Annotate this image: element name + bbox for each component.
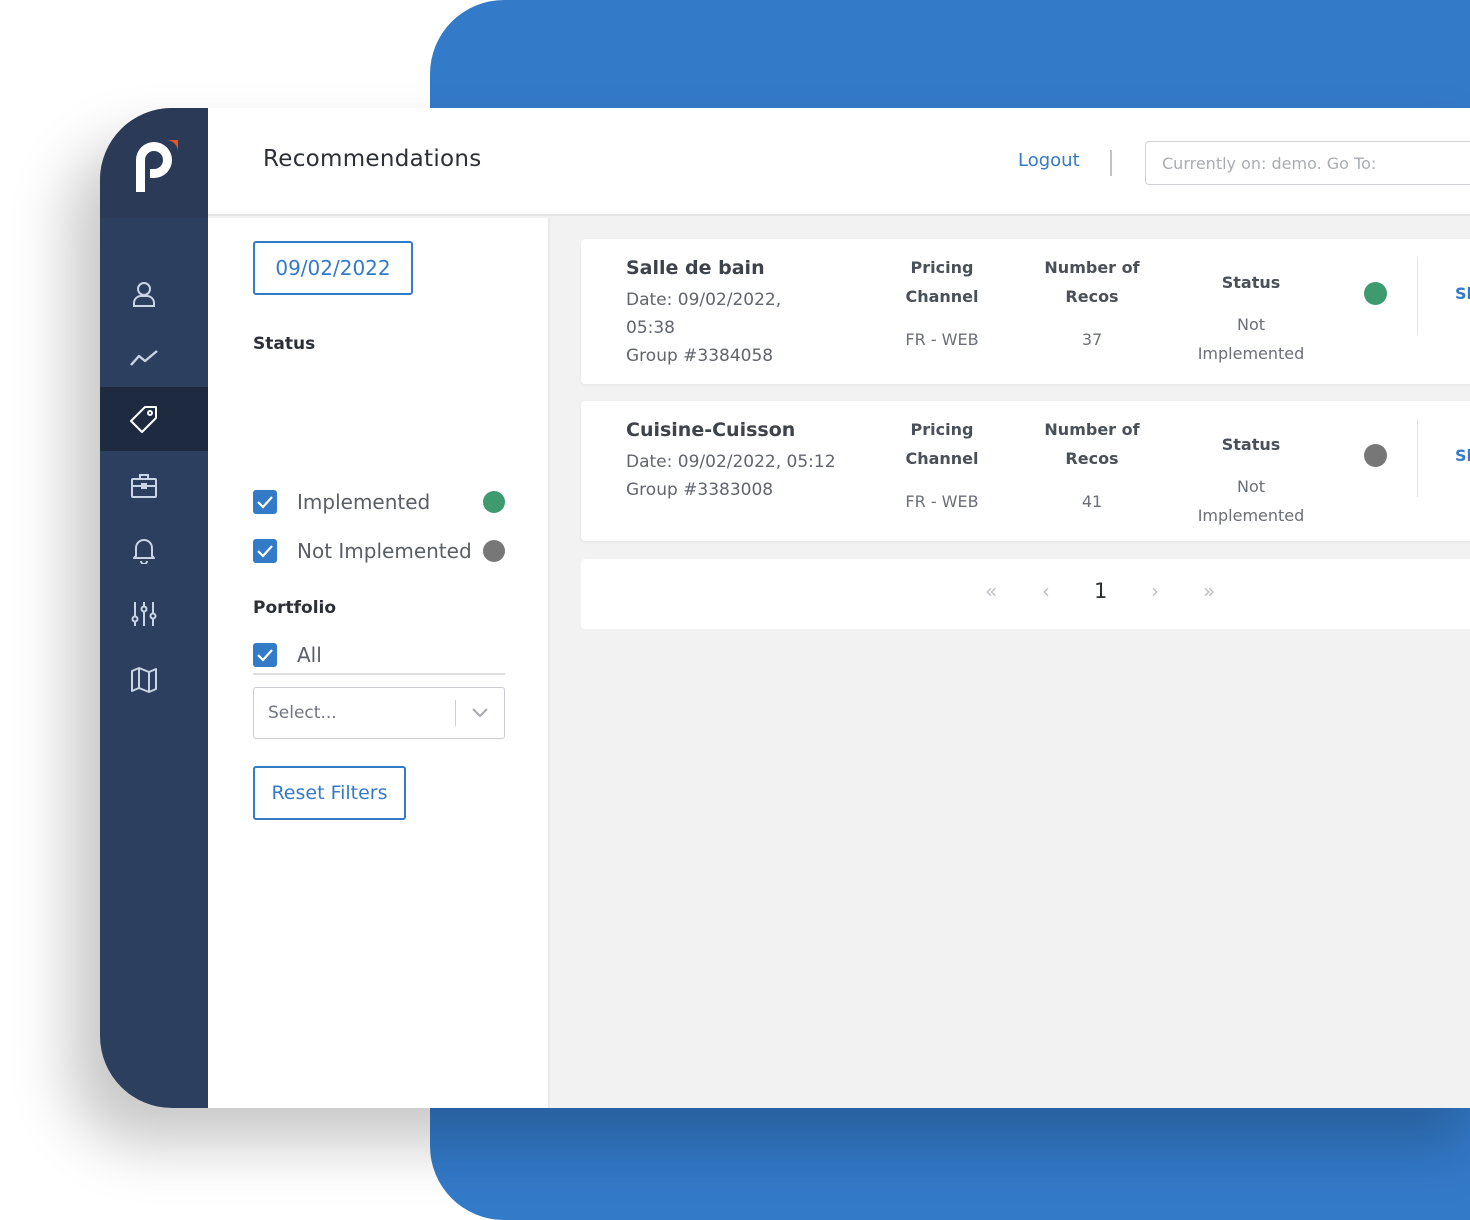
number-of-recos-header: Number of: [1044, 420, 1140, 439]
portfolio-select[interactable]: Select...: [253, 687, 505, 739]
status-header: Status: [1221, 273, 1281, 292]
number-of-recos-value: 37: [1081, 330, 1103, 349]
sidebar-item-analytics[interactable]: [100, 324, 208, 388]
pricing-channel-value: FR - WEB: [905, 492, 979, 511]
pagination: « ‹ 1 › »: [581, 559, 1470, 629]
date-filter[interactable]: 09/02/2022: [253, 241, 413, 295]
next-page-button[interactable]: ›: [1151, 579, 1159, 603]
status-column: Status Not Implemented: [1181, 268, 1321, 368]
all-portfolio-checkbox[interactable]: [253, 643, 277, 667]
number-of-recos-header: Recos: [1065, 449, 1119, 468]
recommendation-name: Salle de bain: [626, 257, 765, 279]
status-value: Implemented: [1197, 506, 1305, 525]
status-option-implemented[interactable]: Implemented: [253, 487, 505, 517]
bell-icon: [133, 539, 155, 564]
page-number-current[interactable]: 1: [1094, 579, 1107, 603]
status-header: Status: [1221, 435, 1281, 454]
recommendation-card[interactable]: Salle de bain Date: 09/02/2022, 05:38 Gr…: [581, 239, 1470, 384]
checkmark-icon: [257, 649, 273, 662]
recommendation-name: Cuisine-Cuisson: [626, 419, 796, 441]
recommendation-date: Date: 09/02/2022, 05:38 Group #3384058: [626, 286, 781, 370]
sidebar-item-users[interactable]: [100, 262, 208, 326]
pricing-channel-column: Pricing Channel FR - WEB: [882, 415, 1002, 516]
pricing-channel-header: Pricing: [910, 420, 974, 439]
portfolio-divider: [253, 673, 505, 675]
number-of-recos-value: 41: [1081, 492, 1103, 511]
status-filter-title: Status: [253, 334, 316, 354]
map-icon: [131, 667, 157, 693]
implemented-checkbox[interactable]: [253, 490, 277, 514]
portfolio-option-all[interactable]: All: [253, 640, 505, 670]
pricing-channel-value: FR - WEB: [905, 330, 979, 349]
goto-input[interactable]: [1145, 141, 1470, 185]
recommendation-date-line: Date: 09/02/2022, 05:12: [626, 452, 836, 472]
sliders-icon: [131, 602, 157, 626]
not-implemented-status-dot: [483, 540, 505, 562]
user-icon: [133, 282, 155, 307]
pricing-channel-column: Pricing Channel FR - WEB: [882, 253, 1002, 354]
status-value: Not: [1236, 477, 1266, 496]
show-details-link[interactable]: Sl: [1455, 446, 1470, 465]
sidebar-item-alerts[interactable]: [100, 518, 208, 582]
logo-area: [100, 108, 208, 218]
portfolio-select-value: Select...: [268, 703, 337, 723]
trend-chart-icon: [130, 350, 158, 366]
recommendation-time-line: 05:38: [626, 318, 675, 338]
pricing-channel-header: Pricing: [910, 258, 974, 277]
brand-logo-icon[interactable]: [130, 138, 178, 194]
checkmark-icon: [257, 545, 273, 558]
chevron-down-icon[interactable]: [456, 708, 504, 718]
status-option-not-implemented[interactable]: Not Implemented: [253, 536, 505, 566]
last-page-button[interactable]: »: [1203, 579, 1215, 603]
status-value: Implemented: [1197, 344, 1305, 363]
recommendation-date-line: Date: 09/02/2022,: [626, 290, 782, 310]
portfolio-filter-title: Portfolio: [253, 598, 337, 618]
prev-page-button[interactable]: ‹: [1042, 579, 1050, 603]
not-implemented-checkbox[interactable]: [253, 539, 277, 563]
all-portfolio-label: All: [297, 643, 322, 667]
header-divider: [1110, 150, 1112, 176]
status-value: Not: [1236, 315, 1266, 334]
top-header: Recommendations Logout: [208, 108, 1470, 216]
logout-link[interactable]: Logout: [1018, 150, 1080, 171]
sidebar-item-map[interactable]: [100, 648, 208, 712]
checkmark-icon: [257, 496, 273, 509]
recommendation-date: Date: 09/02/2022, 05:12 Group #3383008: [626, 448, 836, 504]
number-of-recos-header: Number of: [1044, 258, 1140, 277]
implemented-status-dot: [1364, 282, 1387, 305]
sidebar-item-portfolio[interactable]: [100, 454, 208, 518]
number-of-recos-header: Recos: [1065, 287, 1119, 306]
reset-filters-button[interactable]: Reset Filters: [253, 766, 406, 820]
not-implemented-label: Not Implemented: [297, 539, 472, 563]
sidebar: [100, 108, 208, 1108]
briefcase-icon: [131, 474, 157, 498]
implemented-status-dot: [483, 491, 505, 513]
recommendation-card[interactable]: Cuisine-Cuisson Date: 09/02/2022, 05:12 …: [581, 401, 1470, 541]
page-title: Recommendations: [263, 146, 482, 172]
app-window: Recommendations Logout 09/02/2022 Status…: [100, 108, 1470, 1108]
price-tag-icon: [130, 406, 157, 433]
number-of-recos-column: Number of Recos 41: [1032, 415, 1152, 516]
pricing-channel-header: Channel: [905, 287, 979, 306]
recommendation-group: Group #3384058: [626, 346, 774, 366]
card-divider: [1417, 257, 1418, 335]
recommendation-group: Group #3383008: [626, 480, 774, 500]
filters-panel: 09/02/2022 Status Implemented Not Implem…: [208, 218, 550, 1108]
first-page-button[interactable]: «: [985, 579, 997, 603]
pricing-channel-header: Channel: [905, 449, 979, 468]
show-details-link[interactable]: Sl: [1455, 284, 1470, 303]
implemented-label: Implemented: [297, 490, 431, 514]
sidebar-item-settings[interactable]: [100, 582, 208, 646]
number-of-recos-column: Number of Recos 37: [1032, 253, 1152, 354]
not-implemented-status-dot: [1364, 444, 1387, 467]
sidebar-item-recommendations[interactable]: [100, 387, 208, 451]
card-divider: [1417, 419, 1418, 497]
status-column: Status Not Implemented: [1181, 430, 1321, 530]
